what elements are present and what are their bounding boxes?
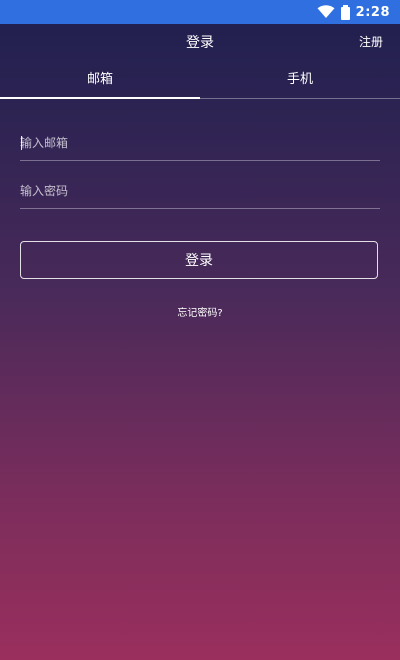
register-button[interactable]: 注册	[359, 33, 383, 50]
forgot-password-link[interactable]: 忘记密码?	[0, 304, 400, 319]
email-input[interactable]	[20, 126, 380, 160]
battery-icon	[340, 4, 350, 20]
tab-email-label: 邮箱	[86, 71, 113, 87]
active-tab-indicator	[0, 97, 200, 99]
app-header: 登录 注册	[0, 24, 400, 58]
password-input[interactable]	[20, 174, 380, 208]
tab-email[interactable]: 邮箱	[0, 58, 200, 96]
status-indicators: 2:28	[317, 3, 390, 21]
text-cursor	[21, 136, 22, 150]
wifi-icon	[317, 5, 335, 19]
password-field-container	[20, 174, 380, 209]
tab-phone[interactable]: 手机	[200, 58, 400, 96]
email-field-container	[20, 126, 380, 161]
login-button[interactable]: 登录	[20, 241, 378, 279]
status-time: 2:28	[355, 4, 390, 20]
page-title: 登录	[186, 35, 214, 51]
status-bar: 2:28	[0, 0, 400, 24]
tab-phone-label: 手机	[286, 71, 313, 87]
login-method-tabs: 邮箱 手机	[0, 58, 400, 99]
login-screen: 2:28 登录 注册 邮箱 手机 登录 忘记密码?	[0, 0, 400, 660]
